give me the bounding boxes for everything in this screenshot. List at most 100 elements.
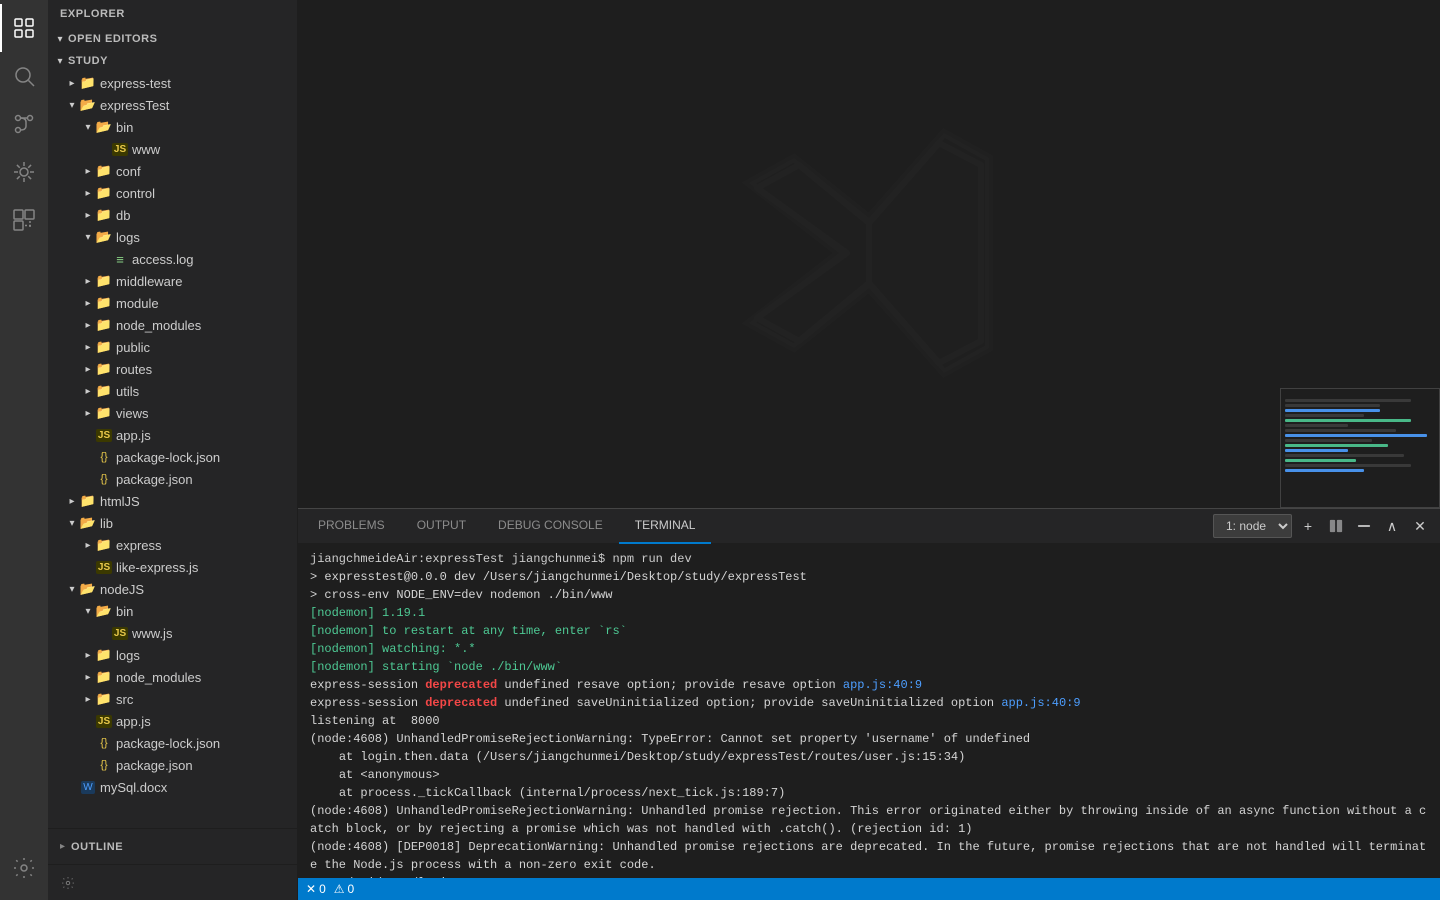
tree-item-nodeJS-pkg-lock[interactable]: {} package-lock.json — [48, 732, 297, 754]
tree-item-nodeJS-bin[interactable]: 📂 bin — [48, 600, 297, 622]
tab-output[interactable]: OUTPUT — [401, 509, 482, 544]
outline-arrow-icon: ▸ — [60, 841, 65, 852]
nodeJS-pkg-json-arrow — [80, 757, 96, 773]
tree-item-bin[interactable]: 📂 bin — [48, 116, 297, 138]
terminal-panel: PROBLEMS OUTPUT DEBUG CONSOLE TERMINAL 1… — [298, 508, 1440, 878]
www-js-label: www.js — [132, 626, 289, 641]
tree-item-db[interactable]: 📁 db — [48, 204, 297, 226]
sidebar-item-explorer[interactable] — [0, 4, 48, 52]
tree-item-expressTest[interactable]: 📂 expressTest — [48, 94, 297, 116]
bin-arrow — [80, 119, 96, 135]
tree-item-nodeJS-app-js[interactable]: JS app.js — [48, 710, 297, 732]
expressTest-arrow — [64, 97, 80, 113]
tree-item-utils[interactable]: 📁 utils — [48, 380, 297, 402]
like-express-icon: JS — [96, 559, 112, 575]
sidebar-item-debug[interactable] — [0, 148, 48, 196]
tab-terminal[interactable]: TERMINAL — [619, 509, 712, 544]
activity-bar — [0, 0, 48, 900]
tab-problems[interactable]: PROBLEMS — [302, 509, 401, 544]
htmlJS-label: htmlJS — [100, 494, 289, 509]
tree-item-htmlJS[interactable]: 📁 htmlJS — [48, 490, 297, 512]
tree-item-control[interactable]: 📁 control — [48, 182, 297, 204]
tree-item-middleware[interactable]: 📁 middleware — [48, 270, 297, 292]
gear-icon[interactable] — [60, 875, 76, 891]
tab-debug-console[interactable]: DEBUG CONSOLE — [482, 509, 619, 544]
tree-item-public[interactable]: 📁 public — [48, 336, 297, 358]
terminal-select[interactable]: 1: node — [1213, 514, 1292, 538]
tree-item-lib[interactable]: 📂 lib — [48, 512, 297, 534]
tree-item-access-log[interactable]: ≡ access.log — [48, 248, 297, 270]
nodeJS-pkg-lock-label: package-lock.json — [116, 736, 289, 751]
public-folder-icon: 📁 — [96, 339, 112, 355]
tree-item-nodeJS-node-modules[interactable]: 📁 node_modules — [48, 666, 297, 688]
tree-item-routes[interactable]: 📁 routes — [48, 358, 297, 380]
terminal-content[interactable]: jiangchmeideAir:expressTest jiangchunmei… — [298, 544, 1440, 878]
pkg-json-icon: {} — [96, 471, 112, 487]
nodeJS-bin-label: bin — [116, 604, 289, 619]
error-count[interactable]: ✕ 0 — [306, 882, 326, 896]
vscode-watermark — [719, 103, 1019, 406]
tree-item-www[interactable]: JS www — [48, 138, 297, 160]
like-express-label: like-express.js — [116, 560, 289, 575]
kill-terminal-button[interactable] — [1352, 514, 1376, 538]
tree-item-nodeJS-logs[interactable]: 📁 logs — [48, 644, 297, 666]
terminal-line-15: at process._tickCallback (internal/proce… — [310, 784, 1428, 802]
tree-section-study[interactable]: STUDY — [48, 50, 297, 72]
warning-count[interactable]: ⚠ 0 — [334, 882, 354, 896]
new-terminal-button[interactable]: + — [1296, 514, 1320, 538]
tree-item-mysql-docx[interactable]: W mySql.docx — [48, 776, 297, 798]
express-folder-icon: 📁 — [96, 537, 112, 553]
tree-section-open-editors[interactable]: OPEN EDITORS — [48, 28, 297, 50]
settings-icon[interactable] — [0, 844, 48, 892]
tree-item-src[interactable]: 📁 src — [48, 688, 297, 710]
sidebar-content: OPEN EDITORS STUDY 📁 express-test 📂 expr… — [48, 28, 297, 828]
tree-item-views[interactable]: 📁 views — [48, 402, 297, 424]
tree-item-nodeJS-pkg-json[interactable]: {} package.json — [48, 754, 297, 776]
www-js-arrow — [96, 625, 112, 641]
conf-arrow — [80, 163, 96, 179]
pkg-json-arrow — [80, 471, 96, 487]
tree-item-express[interactable]: 📁 express — [48, 534, 297, 556]
close-terminal-button[interactable]: ✕ — [1408, 514, 1432, 538]
lib-arrow — [64, 515, 80, 531]
terminal-line-2: > expresstest@0.0.0 dev /Users/jiangchun… — [310, 568, 1428, 586]
logs-arrow — [80, 229, 96, 245]
tree-item-conf[interactable]: 📁 conf — [48, 160, 297, 182]
nodeJS-bin-arrow — [80, 603, 96, 619]
utils-folder-icon: 📁 — [96, 383, 112, 399]
terminal-line-8: [nodemon] starting `node ./bin/www` — [310, 658, 1428, 676]
conf-label: conf — [116, 164, 289, 179]
tree-item-app-js[interactable]: JS app.js — [48, 424, 297, 446]
tree-item-express-test[interactable]: 📁 express-test — [48, 72, 297, 94]
terminal-tabs-bar: PROBLEMS OUTPUT DEBUG CONSOLE TERMINAL 1… — [298, 509, 1440, 544]
outline-section[interactable]: ▸ OUTLINE — [48, 828, 297, 864]
status-bar: ✕ 0 ⚠ 0 — [298, 878, 1440, 900]
pkg-lock-label: package-lock.json — [116, 450, 289, 465]
folder-open-icon: 📂 — [80, 97, 96, 113]
sidebar-item-extensions[interactable] — [0, 196, 48, 244]
node-modules-label: node_modules — [116, 318, 289, 333]
src-arrow — [80, 691, 96, 707]
routes-label: routes — [116, 362, 289, 377]
terminal-line-7: [nodemon] watching: *.* — [310, 640, 1428, 658]
tree-item-logs[interactable]: 📂 logs — [48, 226, 297, 248]
tree-item-node-modules[interactable]: 📁 node_modules — [48, 314, 297, 336]
tree-item-like-express[interactable]: JS like-express.js — [48, 556, 297, 578]
tree-item-www-js[interactable]: JS www.js — [48, 622, 297, 644]
tree-item-pkg-lock[interactable]: {} package-lock.json — [48, 446, 297, 468]
nodeJS-arrow — [64, 581, 80, 597]
tree-item-pkg-json[interactable]: {} package.json — [48, 468, 297, 490]
sidebar-item-search[interactable] — [0, 52, 48, 100]
split-terminal-button[interactable] — [1324, 514, 1348, 538]
tree-item-nodeJS[interactable]: 📂 nodeJS — [48, 578, 297, 600]
maximize-terminal-button[interactable]: ∧ — [1380, 514, 1404, 538]
nodeJS-label: nodeJS — [100, 582, 289, 597]
tree-item-module[interactable]: 📁 module — [48, 292, 297, 314]
pkg-lock-icon: {} — [96, 449, 112, 465]
utils-label: utils — [116, 384, 289, 399]
outline-label: OUTLINE — [71, 841, 123, 853]
terminal-line-16: (node:4608) UnhandledPromiseRejectionWar… — [310, 802, 1428, 838]
db-label: db — [116, 208, 289, 223]
sidebar-item-git[interactable] — [0, 100, 48, 148]
study-label: STUDY — [68, 55, 289, 67]
